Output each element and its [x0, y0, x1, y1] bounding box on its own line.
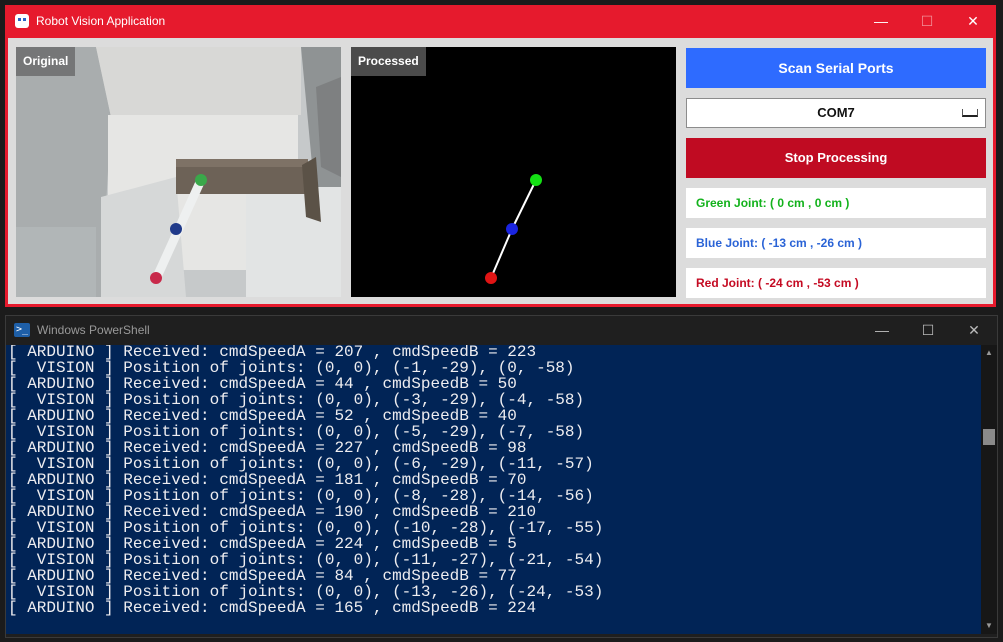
console-line: [ ARDUINO ] Received: cmdSpeedA = 181 , …	[8, 471, 527, 489]
powershell-maximize-button[interactable]: ☐	[905, 316, 951, 345]
stop-processing-button[interactable]: Stop Processing	[686, 138, 986, 178]
console-line: [ VISION ] Position of joints: (0, 0), (…	[8, 455, 594, 473]
serial-port-select[interactable]: COM7	[686, 98, 986, 128]
powershell-minimize-button[interactable]: —	[859, 316, 905, 345]
console-output[interactable]: [ ARDUINO ] Received: cmdSpeedA = 207 , …	[6, 345, 981, 634]
robot-vision-client: Original Processed Scan Serial Ports COM…	[8, 38, 993, 304]
window-title: Robot Vision Application	[36, 14, 166, 28]
console-line: [ VISION ] Position of joints: (0, 0), (…	[8, 583, 604, 601]
processed-joint-visualization	[351, 47, 676, 297]
powershell-icon: >_	[14, 323, 30, 337]
console-line: [ ARDUINO ] Received: cmdSpeedA = 44 , c…	[8, 375, 517, 393]
powershell-titlebar[interactable]: >_ Windows PowerShell — ☐ ✕	[6, 316, 997, 345]
console-line: [ ARDUINO ] Received: cmdSpeedA = 52 , c…	[8, 407, 517, 425]
scroll-down-icon[interactable]: ▼	[981, 618, 997, 634]
serial-port-value: COM7	[817, 105, 855, 120]
console-line: [ ARDUINO ] Received: cmdSpeedA = 165 , …	[8, 599, 537, 617]
console-line: [ ARDUINO ] Received: cmdSpeedA = 84 , c…	[8, 567, 517, 585]
powershell-window: >_ Windows PowerShell — ☐ ✕ [ ARDUINO ] …	[5, 315, 998, 638]
console-line: [ ARDUINO ] Received: cmdSpeedA = 224 , …	[8, 535, 517, 553]
original-image-pane: Original	[16, 47, 341, 297]
dropdown-icon	[962, 109, 978, 117]
scan-serial-ports-button[interactable]: Scan Serial Ports	[686, 48, 986, 88]
processed-label: Processed	[351, 47, 426, 76]
console-line: [ ARDUINO ] Received: cmdSpeedA = 207 , …	[8, 345, 537, 361]
red-joint-readout: Red Joint: ( -24 cm , -53 cm )	[686, 268, 986, 298]
close-button[interactable]: ✕	[950, 5, 996, 38]
processed-image-pane: Processed	[351, 47, 676, 297]
maximize-button[interactable]: ☐	[904, 5, 950, 38]
blue-joint-marker	[506, 223, 518, 235]
powershell-close-button[interactable]: ✕	[951, 316, 997, 345]
red-joint-marker	[485, 272, 497, 284]
console-lines: [ ARDUINO ] Received: cmdSpeedA = 207 , …	[6, 345, 981, 616]
blue-joint-readout: Blue Joint: ( -13 cm , -26 cm )	[686, 228, 986, 258]
green-joint-readout: Green Joint: ( 0 cm , 0 cm )	[686, 188, 986, 218]
powershell-title: Windows PowerShell	[37, 323, 150, 337]
minimize-button[interactable]: —	[858, 5, 904, 38]
vertical-scrollbar[interactable]: ▲ ▼	[981, 345, 997, 634]
console-line: [ VISION ] Position of joints: (0, 0), (…	[8, 487, 594, 505]
console-line: [ ARDUINO ] Received: cmdSpeedA = 227 , …	[8, 439, 527, 457]
scrollbar-thumb[interactable]	[983, 429, 995, 445]
green-joint-marker	[530, 174, 542, 186]
console-line: [ VISION ] Position of joints: (0, 0), (…	[8, 391, 585, 409]
robot-app-icon	[15, 14, 29, 28]
original-label: Original	[16, 47, 76, 76]
console-line: [ ARDUINO ] Received: cmdSpeedA = 190 , …	[8, 503, 537, 521]
console-line: [ VISION ] Position of joints: (0, 0), (…	[8, 551, 604, 569]
console-line: [ VISION ] Position of joints: (0, 0), (…	[8, 423, 585, 441]
robot-vision-titlebar[interactable]: Robot Vision Application — ☐ ✕	[5, 5, 996, 38]
console-line: [ VISION ] Position of joints: (0, 0), (…	[8, 359, 575, 377]
scroll-up-icon[interactable]: ▲	[981, 345, 997, 361]
console-line: [ VISION ] Position of joints: (0, 0), (…	[8, 519, 604, 537]
robot-vision-window: Robot Vision Application — ☐ ✕ Original …	[5, 5, 996, 307]
original-camera-image	[16, 47, 341, 297]
